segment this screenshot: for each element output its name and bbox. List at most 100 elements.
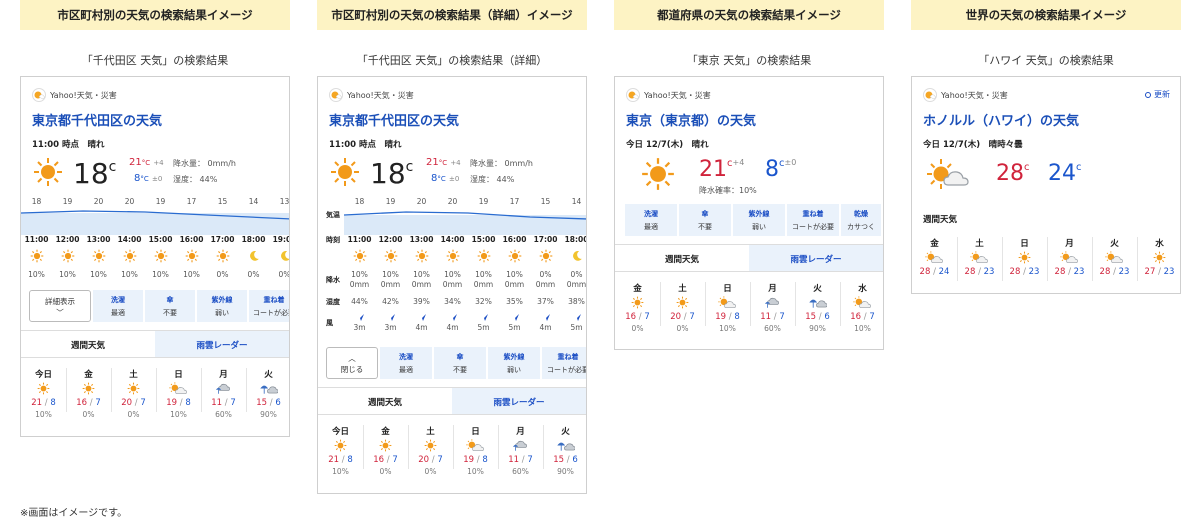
week-day[interactable]: 月 28 / 23 xyxy=(1047,237,1092,277)
tab-weekly[interactable]: 週間天気 xyxy=(318,388,452,414)
location-title[interactable]: 東京都千代田区の天気 xyxy=(329,110,459,129)
week-day[interactable]: 月 11 / 7 60% xyxy=(750,282,795,333)
week-day[interactable]: 日 19 / 8 10% xyxy=(156,368,201,419)
location-title[interactable]: 東京都千代田区の天気 xyxy=(32,110,162,129)
sun-icon xyxy=(615,296,660,309)
tile-umbrella[interactable]: 傘不要 xyxy=(679,204,731,236)
week-day[interactable]: 土 28 / 23 xyxy=(957,237,1002,277)
tile-laundry[interactable]: 洗濯 最適 xyxy=(380,347,432,379)
low-temp: 8°C ±0 xyxy=(431,173,460,184)
humidity: 湿度： 44% xyxy=(173,175,218,184)
brand[interactable]: Yahoo!天気・災害 xyxy=(329,88,414,102)
week-temps: 28 / 23 xyxy=(964,267,995,277)
hour-time: 15:00 xyxy=(471,235,496,244)
sun-icon xyxy=(468,249,499,263)
tile-uv[interactable]: 紫外線 弱い xyxy=(733,204,785,236)
wind-cell: 5m xyxy=(468,313,499,332)
week-divider xyxy=(543,425,544,469)
low-temp: 8°C ±0 xyxy=(134,173,163,184)
week-day-label: 日 xyxy=(174,370,183,380)
week-day-label: 金 xyxy=(930,239,939,249)
temp-strip-value: 19 xyxy=(478,197,489,206)
week-day[interactable]: 金 16 / 7 0% xyxy=(66,368,111,419)
close-button[interactable]: ︿ 閉じる xyxy=(326,347,378,379)
sun-cloud-icon xyxy=(453,439,498,452)
week-day[interactable]: 月 11 / 7 60% xyxy=(201,368,246,419)
week-precip: 90% xyxy=(260,410,277,419)
week-day[interactable]: 今日 21 / 8 10% xyxy=(21,368,66,419)
week-temps: 15 / 6 xyxy=(805,312,830,322)
tile-umbrella[interactable]: 傘不要 xyxy=(434,347,486,379)
week-temps: 28 / 23 xyxy=(1054,267,1085,277)
week-temps: 21 / 8 xyxy=(328,455,353,465)
hour-time: 16:00 xyxy=(502,235,527,244)
sun-cloud-icon xyxy=(840,296,883,309)
week-day[interactable]: 今日 21 / 8 10% xyxy=(318,425,363,476)
sun-icon xyxy=(408,439,453,452)
week-divider xyxy=(498,425,499,469)
tab-weekly[interactable]: 週間天気 xyxy=(21,331,155,357)
hour-precip-mm: 0mm xyxy=(535,280,556,289)
week-day[interactable]: 火 28 / 23 xyxy=(1092,237,1137,277)
location-title[interactable]: ホノルル（ハワイ）の天気 xyxy=(923,110,1079,129)
tile-dryness[interactable]: 乾燥 カサつく xyxy=(841,204,881,236)
week-day[interactable]: 水 27 / 23 xyxy=(1137,237,1180,277)
sun-cloud-icon xyxy=(927,159,969,189)
week-day[interactable]: 金 16 / 7 0% xyxy=(363,425,408,476)
tab-radar[interactable]: 雨雲レーダー xyxy=(452,388,586,414)
brand[interactable]: Yahoo!天気・災害 xyxy=(626,88,711,102)
week-day[interactable]: 土 20 / 7 0% xyxy=(408,425,453,476)
week-day[interactable]: 火 15 / 6 90% xyxy=(543,425,586,476)
week-day[interactable]: 金 16 / 7 0% xyxy=(615,282,660,333)
week-day[interactable]: 日 28 / 23 xyxy=(1002,237,1047,277)
temp-strip-value: 15 xyxy=(217,197,228,206)
week-day[interactable]: 月 11 / 7 60% xyxy=(498,425,543,476)
sun-icon xyxy=(437,249,468,263)
sun-icon xyxy=(176,249,207,263)
week-day-label: 日 xyxy=(471,427,480,437)
week-day[interactable]: 金 28 / 24 xyxy=(912,237,957,277)
tile-umbrella[interactable]: 傘不要 xyxy=(145,290,195,322)
tile-layering[interactable]: 重ね着コートが必要 xyxy=(787,204,839,236)
tab-weekly[interactable]: 週間天気 xyxy=(615,245,749,271)
week-day[interactable]: 水 16 / 7 10% xyxy=(840,282,883,333)
sun-cloud-icon xyxy=(705,296,750,309)
tile-laundry[interactable]: 洗濯 最適 xyxy=(93,290,143,322)
tile-uv[interactable]: 紫外線 弱い xyxy=(197,290,247,322)
refresh-button[interactable]: 更新 xyxy=(1145,89,1170,100)
tile-layering[interactable]: 重ね着コートが必要 xyxy=(542,347,586,379)
week-day[interactable]: 火 15 / 6 90% xyxy=(246,368,289,419)
tab-radar[interactable]: 雨雲レーダー xyxy=(749,245,883,271)
low-temp: 24c xyxy=(1048,161,1082,186)
hour-precip: 10% xyxy=(382,270,399,279)
low-temp: 8c±0 xyxy=(765,157,797,182)
sun-icon xyxy=(66,382,111,395)
weekly-forecast: 金 28 / 24 土 28 / 23 日 28 / 23 月 28 / 23 火 28 / 23… xyxy=(912,237,1180,281)
week-day[interactable]: 土 20 / 7 0% xyxy=(111,368,156,419)
detail-button[interactable]: 詳細表示 ﹀ xyxy=(29,290,91,322)
location-title[interactable]: 東京（東京都）の天気 xyxy=(626,110,756,129)
week-day[interactable]: 土 20 / 7 0% xyxy=(660,282,705,333)
hour-precip: 10% xyxy=(152,270,169,279)
brand[interactable]: Yahoo!天気・災害 xyxy=(923,88,1008,102)
tile-layering[interactable]: 重ね着コートが必要 xyxy=(249,290,289,322)
wind-cell: 5m xyxy=(499,313,530,332)
tile-uv[interactable]: 紫外線 弱い xyxy=(488,347,540,379)
precip-amount: 降水量： 0mm/h xyxy=(173,159,236,168)
week-day[interactable]: 日 19 / 8 10% xyxy=(453,425,498,476)
umbrella-cloud-icon xyxy=(246,382,289,395)
moon-icon xyxy=(561,249,586,263)
brand[interactable]: Yahoo!天気・災害 xyxy=(32,88,117,102)
week-day[interactable]: 火 15 / 6 90% xyxy=(795,282,840,333)
week-precip: 10% xyxy=(170,410,187,419)
tab-radar[interactable]: 雨雲レーダー xyxy=(155,331,289,357)
temp-strip-value: 20 xyxy=(447,197,458,206)
hour-precip-mm: 0mm xyxy=(380,280,401,289)
row-label-humidity: 湿度 xyxy=(326,298,340,306)
tile-laundry[interactable]: 洗濯 最適 xyxy=(625,204,677,236)
hour-time: 14:00 xyxy=(440,235,465,244)
week-day[interactable]: 日 19 / 8 10% xyxy=(705,282,750,333)
moon-icon xyxy=(269,249,289,263)
sun-icon xyxy=(331,158,359,186)
hour-precip: 10% xyxy=(121,270,138,279)
